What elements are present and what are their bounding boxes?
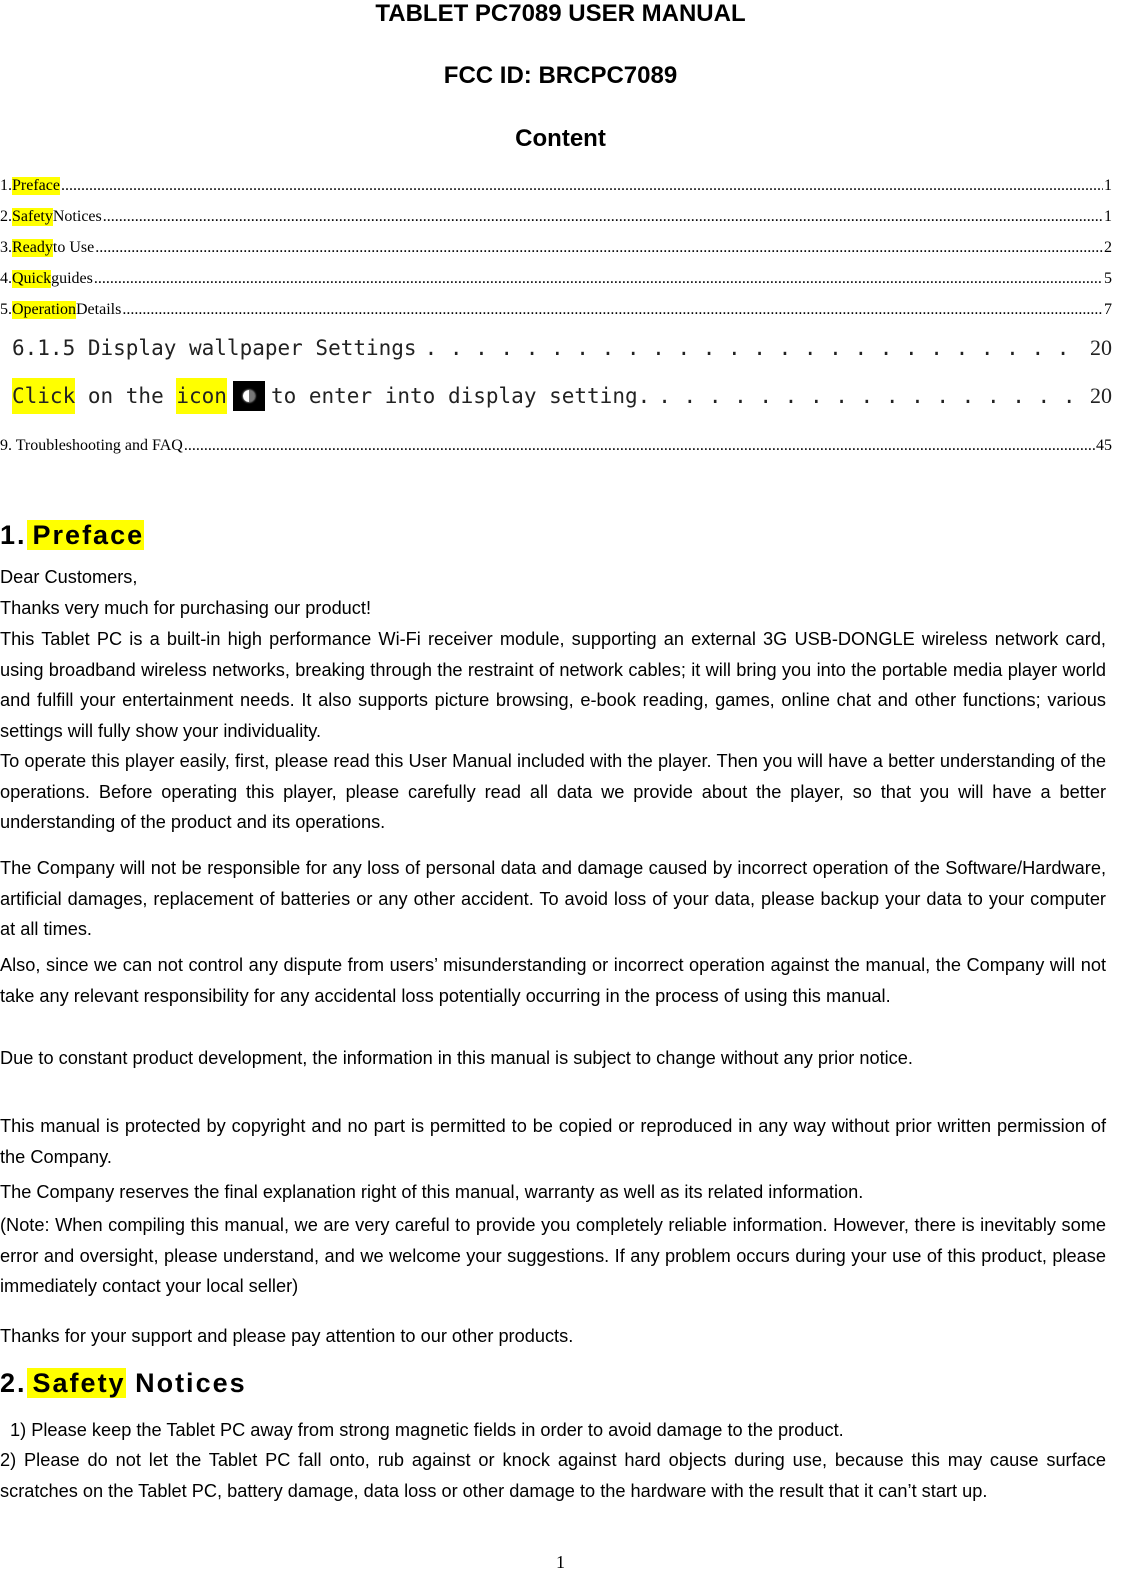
toc-item-page: 5 xyxy=(1104,270,1112,287)
toc-item-num: 1. xyxy=(0,177,12,194)
paragraph: Also, since we can not control any dispu… xyxy=(0,955,1106,1006)
toc-item-preface[interactable]: 1.Preface 1 xyxy=(0,177,1112,195)
toc-item-troubleshooting[interactable]: 9. Troubleshooting and FAQ 45 xyxy=(0,437,1112,455)
toc-item-num: 3. xyxy=(0,239,12,256)
toc-item-rest: to Use xyxy=(52,239,95,256)
paragraph: (Note: When compiling this manual, we ar… xyxy=(0,1215,1106,1296)
section-num: 2. xyxy=(0,1368,27,1398)
toc-item-display-wallpaper[interactable]: 6.1.5 Display wallpaper Settings 20 xyxy=(12,335,1112,361)
toc-item-ready[interactable]: 3.Ready to Use 2 xyxy=(0,239,1112,257)
toc-item-highlight: Click xyxy=(12,378,76,414)
toc-item-num: 2. xyxy=(0,208,12,225)
toc-leader-dots xyxy=(184,437,1095,455)
document-title: TABLET PC7089 USER MANUAL xyxy=(375,0,746,27)
toc-item-quick[interactable]: 4.Quick guides 5 xyxy=(0,270,1112,288)
toc-leader-dots xyxy=(103,208,1103,226)
paragraph: Thanks very much for purchasing our prod… xyxy=(0,598,371,618)
toc-item-label: 9. Troubleshooting and FAQ xyxy=(0,437,183,454)
section-title-highlight: Safety xyxy=(26,1368,126,1398)
toc-item-safety[interactable]: 2.Safety Notices 1 xyxy=(0,208,1112,226)
fcc-id: FCC ID: BRCPC7089 xyxy=(443,62,678,89)
paragraph: To operate this player easily, first, pl… xyxy=(0,751,1106,832)
paragraph: Dear Customers, xyxy=(0,567,138,587)
toc-item-rest: Details xyxy=(75,301,122,318)
paragraph: This manual is protected by copyright an… xyxy=(0,1116,1106,1167)
toc-item-page: 2 xyxy=(1104,239,1112,256)
toc-item-page: 20 xyxy=(1090,383,1112,408)
display-settings-icon xyxy=(232,381,265,411)
toc-leader-dots xyxy=(658,384,1082,408)
toc-item-highlight: Operation xyxy=(12,301,76,319)
toc-item-rest: Notices xyxy=(52,208,102,225)
toc-item-num: 5. xyxy=(0,301,12,318)
toc-item-rest: guides xyxy=(51,270,93,287)
safety-item: 2) Please do not let the Tablet PC fall … xyxy=(0,1450,1106,1501)
toc-leader-dots xyxy=(61,177,1103,195)
toc-item-click-icon[interactable]: Click on the icon to enter into display … xyxy=(12,376,1112,416)
paragraph: Thanks for your support and please pay a… xyxy=(0,1326,574,1346)
paragraph: This Tablet PC is a built-in high perfor… xyxy=(0,629,1106,741)
toc-leader-dots xyxy=(425,336,1082,360)
section-heading-safety: 2. Safety Notices xyxy=(0,1368,247,1399)
toc-item-highlight: Ready xyxy=(12,239,53,257)
content-heading: Content xyxy=(515,125,606,152)
toc-item-page: 20 xyxy=(1090,335,1112,360)
section-num: 1. xyxy=(0,520,27,550)
toc-item-page: 7 xyxy=(1104,301,1112,318)
toc-item-page: 45 xyxy=(1096,437,1112,454)
toc-item-text: to enter into display setting. xyxy=(270,384,651,408)
toc-item-highlight: Preface xyxy=(12,177,60,195)
toc-leader-dots xyxy=(94,270,1103,288)
section-heading-preface: 1. Preface xyxy=(0,520,145,551)
toc-item-highlight: Safety xyxy=(12,208,53,226)
toc-item-operation[interactable]: 5.Operation Details 7 xyxy=(0,301,1112,319)
toc-item-highlight: Quick xyxy=(12,270,52,288)
toc-item-highlight: icon xyxy=(176,378,227,414)
paragraph: The Company reserves the final explanati… xyxy=(0,1182,864,1202)
toc-item-page: 1 xyxy=(1104,177,1112,194)
paragraph: The Company will not be responsible for … xyxy=(0,858,1106,939)
toc-leader-dots xyxy=(95,239,1103,257)
safety-item: 1) Please keep the Tablet PC away from s… xyxy=(10,1420,844,1440)
section-title-highlight: Preface xyxy=(26,520,145,550)
paragraph: Due to constant product development, the… xyxy=(0,1048,913,1068)
toc-item-label: 6.1.5 Display wallpaper Settings xyxy=(12,336,417,360)
page-number: 1 xyxy=(556,1552,565,1572)
toc-item-text: on the xyxy=(75,384,177,408)
toc-item-num: 4. xyxy=(0,270,12,287)
toc-leader-dots xyxy=(122,301,1103,319)
toc-item-page: 1 xyxy=(1104,208,1112,225)
section-title-rest: Notices xyxy=(125,1368,247,1398)
